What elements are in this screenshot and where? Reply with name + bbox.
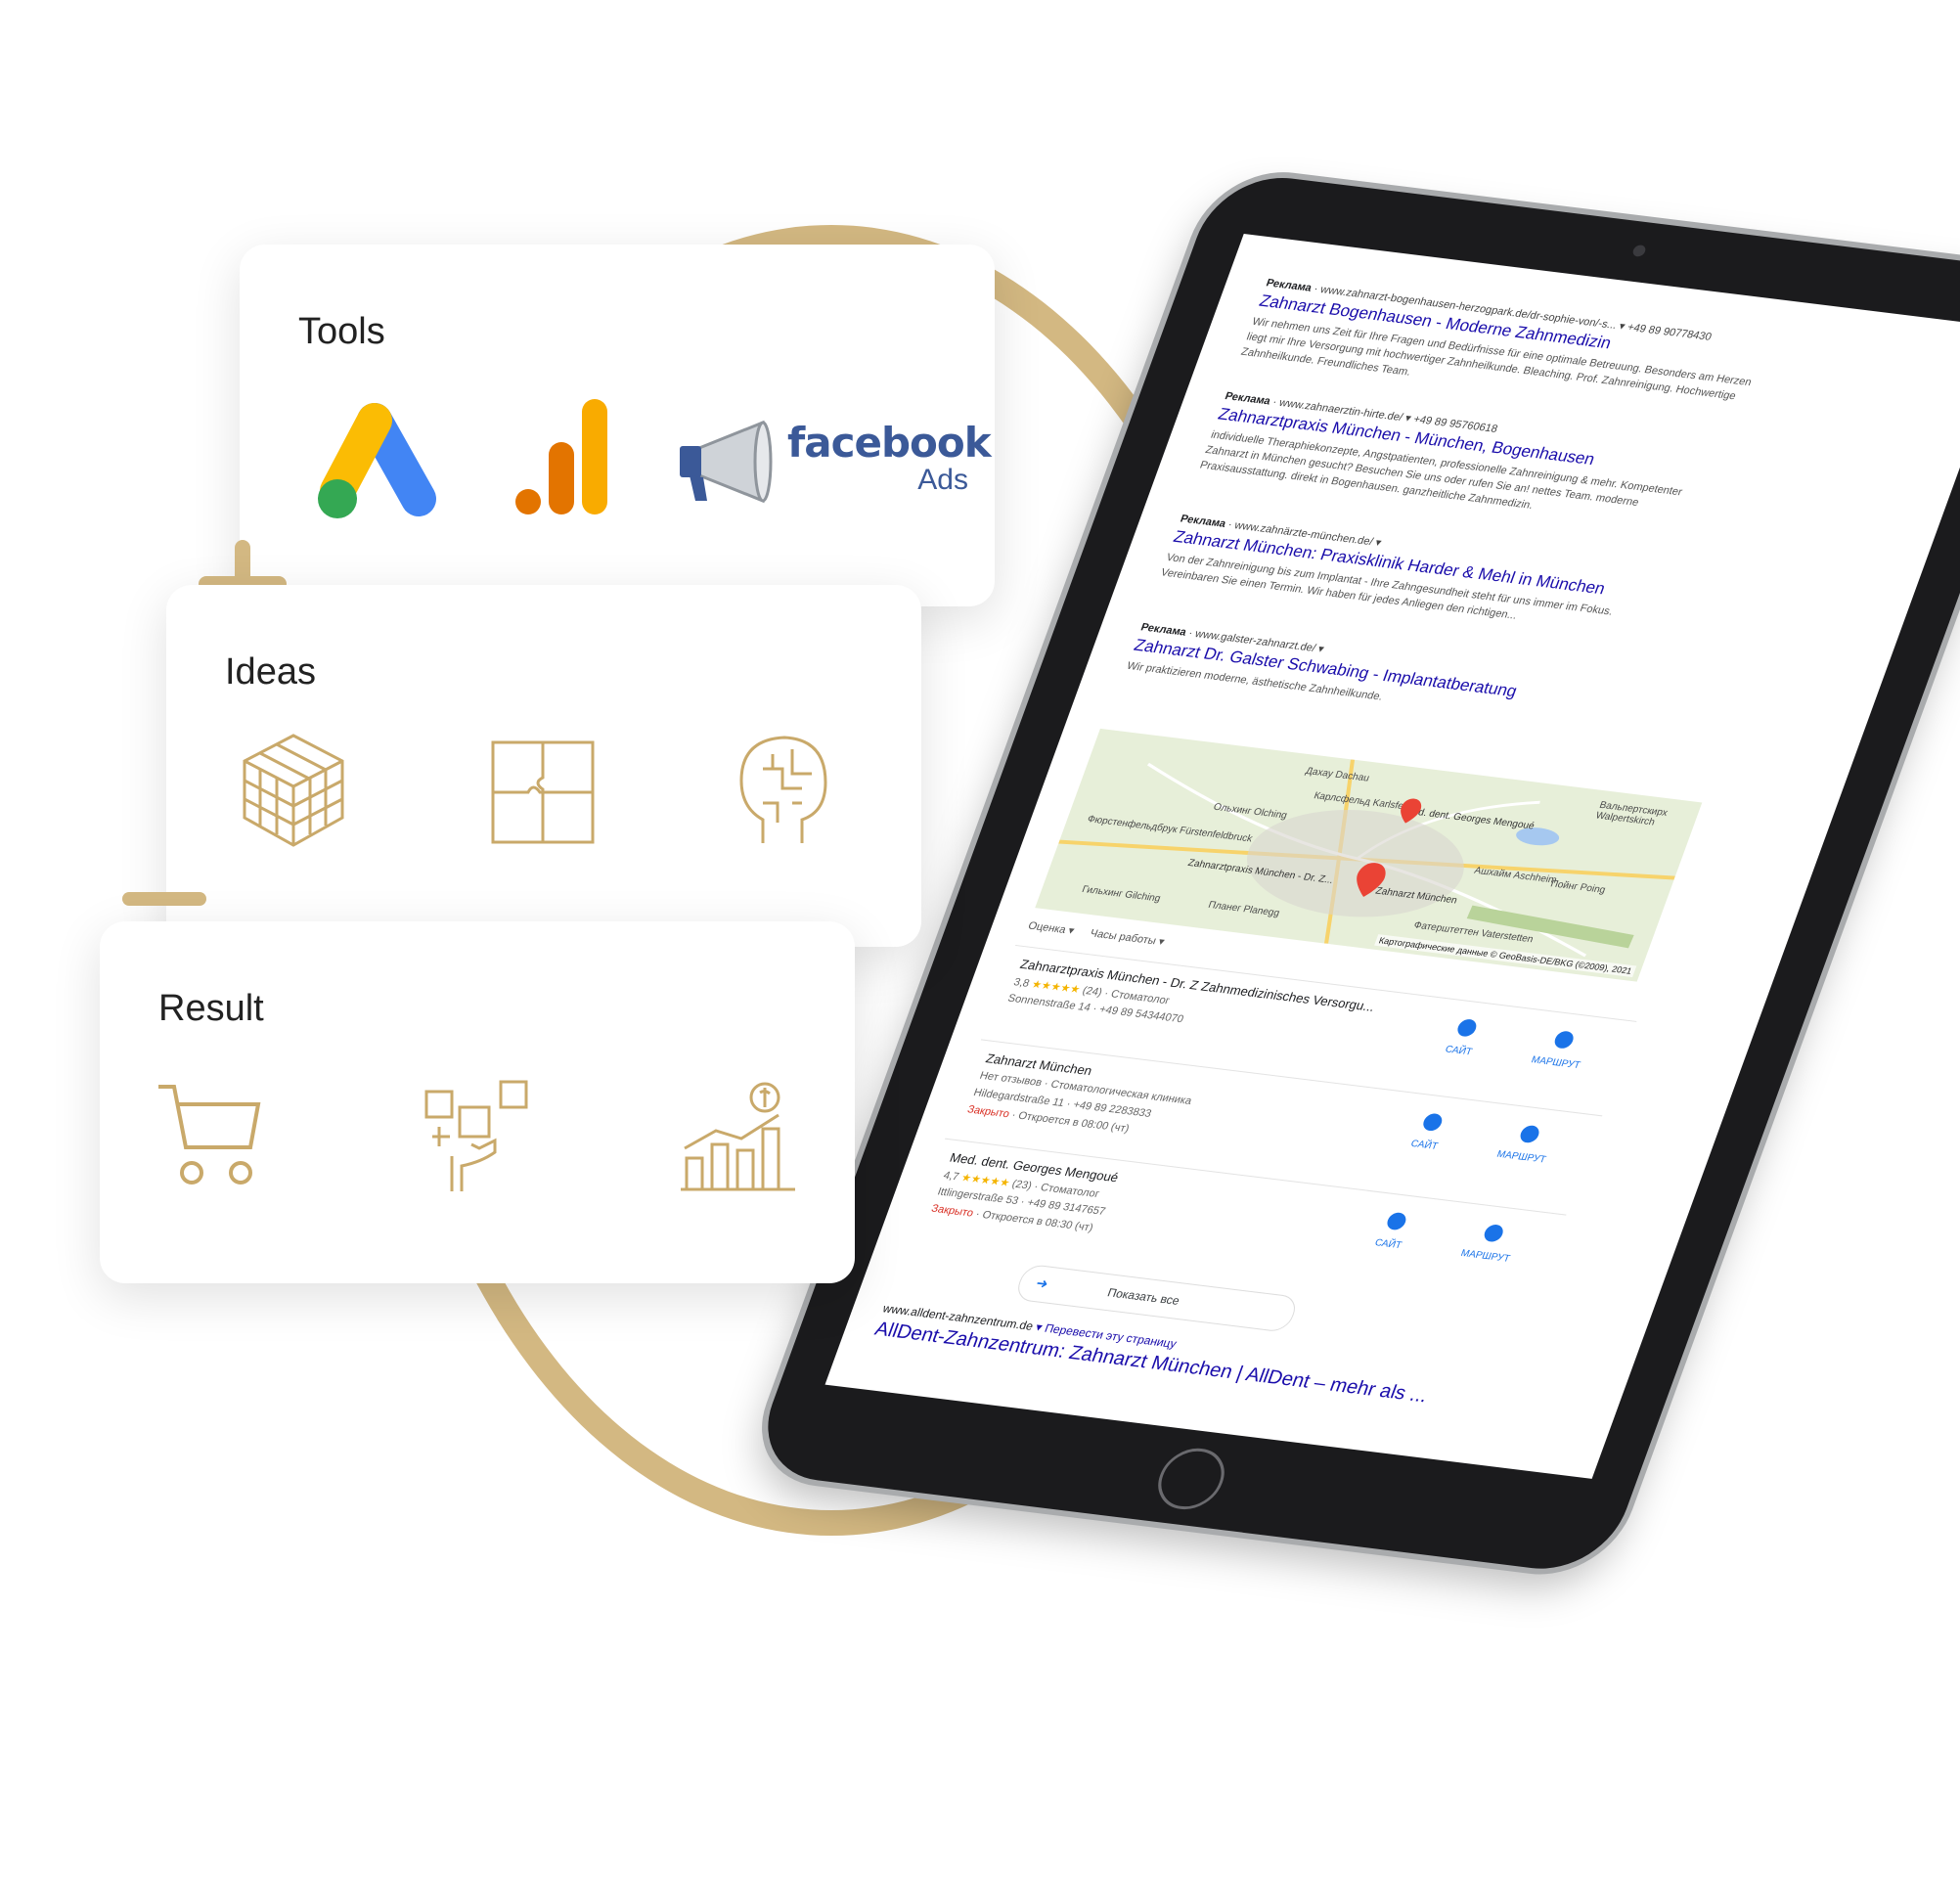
card-title: Ideas <box>225 651 316 693</box>
directions-icon <box>1482 1223 1506 1243</box>
map-filters: Оценка ▾ Часы работы ▾ <box>1026 919 1180 950</box>
megaphone-icon <box>680 420 773 504</box>
tools-card: Tools facebook Ads <box>240 245 995 606</box>
arrow-right-icon: ➜ <box>1034 1274 1051 1292</box>
star-rating-icon: ★★★★★ <box>1029 978 1083 997</box>
cube-icon <box>243 734 344 847</box>
result-card: Result <box>100 921 855 1283</box>
directions-icon <box>1517 1124 1542 1144</box>
globe-icon <box>1454 1018 1479 1038</box>
home-button <box>1149 1445 1234 1513</box>
website-button[interactable]: САЙТ <box>1413 1014 1514 1062</box>
globe-icon <box>1420 1112 1445 1133</box>
website-button[interactable]: САЙТ <box>1343 1207 1444 1255</box>
organic-result: www.alldent-zahnzentrum.de ▾ Перевести э… <box>871 1302 1437 1408</box>
directions-button[interactable]: МАРШРУТ <box>1510 1026 1611 1074</box>
tablet-screen: Реклама · www.zahnarzt-bogenhausen-herzo… <box>824 234 1960 1479</box>
social-media-hand-icon <box>424 1080 528 1191</box>
google-ads-icon <box>318 403 436 518</box>
star-rating-icon: ★★★★★ <box>958 1172 1012 1189</box>
globe-icon <box>1384 1211 1409 1231</box>
ad-title-link[interactable]: Zahnarzt Dr. Galster Schwabing - Implant… <box>1132 636 1848 741</box>
puzzle-icon <box>491 740 595 844</box>
google-analytics-icon <box>515 399 607 514</box>
directions-button[interactable]: МАРШРУТ <box>1476 1120 1577 1168</box>
ideas-card: Ideas <box>166 585 921 947</box>
directions-button[interactable]: МАРШРУТ <box>1440 1220 1540 1268</box>
website-button[interactable]: САЙТ <box>1379 1108 1480 1156</box>
card-title: Result <box>158 988 264 1029</box>
facebook-ads-logo: facebook Ads <box>787 419 992 496</box>
filter-hours[interactable]: Часы работы ▾ <box>1089 927 1167 948</box>
growth-chart-icon <box>681 1082 795 1191</box>
filter-rating[interactable]: Оценка ▾ <box>1026 920 1076 937</box>
shopping-cart-icon <box>158 1085 261 1185</box>
camera-icon <box>1630 244 1648 257</box>
card-title: Tools <box>298 311 385 352</box>
directions-icon <box>1552 1030 1577 1050</box>
brain-head-icon <box>739 736 827 843</box>
